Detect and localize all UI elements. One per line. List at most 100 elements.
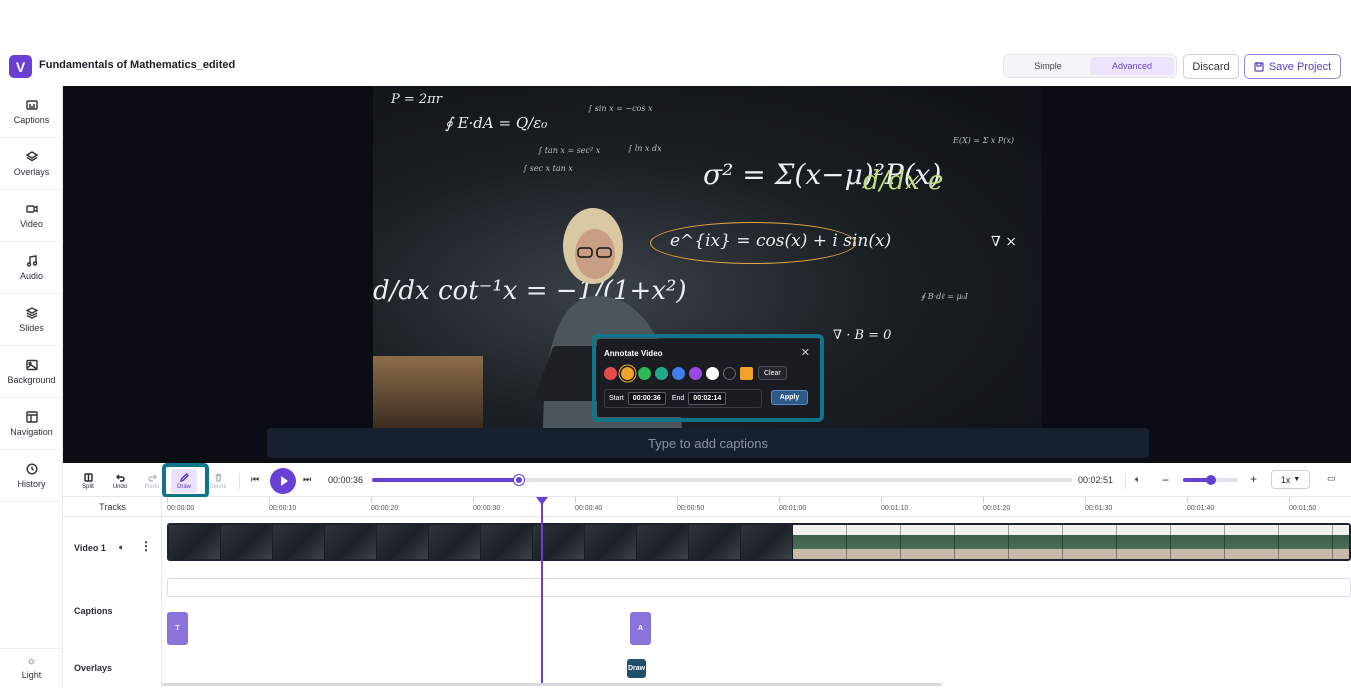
zoom-out-icon[interactable]: − <box>1162 473 1169 487</box>
board-equation: ∇ × <box>991 234 1017 250</box>
sidebar-item-overlays[interactable]: Overlays <box>0 138 63 190</box>
clip-thumbnail <box>689 525 741 559</box>
color-swatch-purple[interactable] <box>689 366 702 380</box>
seek-bar-fill <box>372 478 519 482</box>
seek-bar[interactable] <box>372 475 1072 485</box>
chevron-down-icon: ▼ <box>1293 476 1301 483</box>
caption-input[interactable]: Type to add captions <box>267 428 1149 458</box>
toolbar-divider <box>1125 473 1126 489</box>
sidebar-item-label: Video <box>20 218 43 229</box>
clip-thumbnail <box>325 525 377 559</box>
ruler-tick: 00:01:30 <box>1085 497 1113 512</box>
annotate-video-popup: Annotate Video ✕ Clear Start 00:00:36 En… <box>597 339 819 417</box>
ruler-tick: 00:00:00 <box>167 497 195 512</box>
sidebar-item-history[interactable]: History <box>0 450 63 502</box>
theme-toggle[interactable]: ☼ Light <box>0 648 63 688</box>
split-icon <box>83 472 93 482</box>
sidebar-item-video[interactable]: Video <box>0 190 63 242</box>
clip-thumbnail <box>955 525 1009 559</box>
sidebar-item-label: Captions <box>13 114 50 125</box>
color-swatch-blue[interactable] <box>672 366 685 380</box>
clip-thumbnail <box>1009 525 1063 559</box>
end-time-input[interactable]: 00:02:14 <box>688 392 727 405</box>
track-volume-icon[interactable]: 🔈︎ <box>119 542 124 553</box>
color-swatch-green[interactable] <box>638 366 651 380</box>
split-button[interactable]: Split <box>75 469 101 493</box>
color-swatch-red[interactable] <box>604 366 617 380</box>
sidebar-item-slides[interactable]: Slides <box>0 294 63 346</box>
track-menu-icon[interactable]: ⋮ <box>140 539 152 553</box>
discard-button[interactable]: Discard <box>1183 54 1239 79</box>
video-clip[interactable] <box>167 523 1351 561</box>
redo-label: Redo <box>144 483 160 490</box>
clip-thumbnail <box>847 525 901 559</box>
project-title: Fundamentals of Mathematics_edited <box>39 59 236 71</box>
tracks-header: Tracks <box>63 497 162 517</box>
audio-track-row[interactable] <box>167 578 1351 597</box>
seek-bar-handle[interactable] <box>514 475 524 485</box>
custom-color-picker[interactable] <box>740 366 753 380</box>
undo-icon <box>115 473 125 482</box>
mode-advanced[interactable]: Advanced <box>1090 57 1174 75</box>
zoom-in-icon[interactable]: + <box>1250 472 1257 486</box>
sidebar-item-label: Audio <box>19 270 44 281</box>
total-time: 00:02:51 <box>1078 475 1114 485</box>
book-stack <box>373 356 483 428</box>
top-bar: V Fundamentals of Mathematics_edited Sim… <box>0 0 1351 86</box>
toolbar-divider <box>239 473 240 489</box>
caption-clip[interactable]: A <box>630 612 651 645</box>
clip-thumbnail <box>1333 525 1349 559</box>
horizontal-scrollbar[interactable] <box>162 683 942 686</box>
ruler-tick: 00:01:50 <box>1289 497 1317 512</box>
clear-button[interactable]: Clear <box>758 366 787 380</box>
music-note-icon <box>26 254 37 267</box>
annotate-popup-title: Annotate Video <box>604 349 663 358</box>
app-logo[interactable]: V <box>9 55 32 78</box>
save-project-button[interactable]: Save Project <box>1244 54 1341 79</box>
volume-icon[interactable]: 🔈︎ <box>1135 474 1140 485</box>
draw-button-highlight <box>162 463 209 498</box>
zoom-slider-handle[interactable] <box>1205 475 1216 485</box>
undo-button[interactable]: Undo <box>107 469 133 493</box>
skip-back-icon[interactable]: ⏮ <box>251 474 259 485</box>
sidebar-item-background[interactable]: Background <box>0 346 63 398</box>
ruler-tick: 00:00:50 <box>677 497 705 512</box>
trash-icon <box>215 473 221 482</box>
color-swatch-orange[interactable] <box>621 366 634 380</box>
play-button[interactable] <box>270 468 296 494</box>
close-icon[interactable]: ✕ <box>801 346 810 359</box>
overlay-clip[interactable]: Draw <box>627 659 646 678</box>
ruler-tick: 00:00:20 <box>371 497 399 512</box>
mode-simple[interactable]: Simple <box>1006 57 1090 75</box>
playhead[interactable] <box>536 497 548 683</box>
captions-icon <box>25 99 38 110</box>
board-equation: ∫ sin x = −cos x <box>588 104 653 113</box>
sidebar-item-navigation[interactable]: Navigation <box>0 398 63 450</box>
start-time-input[interactable]: 00:00:36 <box>627 392 666 405</box>
zoom-slider[interactable] <box>1183 475 1238 485</box>
image-icon <box>25 359 38 370</box>
apply-button[interactable]: Apply <box>771 390 808 405</box>
color-swatch-black[interactable] <box>723 366 736 380</box>
color-swatch-white[interactable] <box>706 366 719 380</box>
time-ruler[interactable]: 00:00:00 00:00:10 00:00:20 00:00:30 00:0… <box>162 497 1351 517</box>
timeline-toolbar: Split Undo Redo Draw Delete ⏮ ⏭ 00:00:36… <box>63 463 1351 497</box>
redo-icon <box>147 473 157 482</box>
board-equation: E(X) = Σ x P(x) <box>953 136 1014 145</box>
board-equation: ∮ E·dA = Q/ε₀ <box>445 114 548 132</box>
sidebar-item-audio[interactable]: Audio <box>0 242 63 294</box>
slides-stack-icon <box>25 306 38 319</box>
end-label: End <box>671 395 685 402</box>
skip-forward-icon[interactable]: ⏭ <box>303 474 311 485</box>
layout-icon <box>25 410 38 423</box>
board-equation: ∇ · B = 0 <box>833 328 892 343</box>
caption-clip[interactable]: T <box>167 612 188 645</box>
captions-toggle-icon[interactable]: ▭ <box>1327 473 1336 484</box>
sidebar-item-captions[interactable]: Captions <box>0 86 63 138</box>
clip-thumbnail <box>273 525 325 559</box>
playback-speed-select[interactable]: 1x ▼ <box>1271 470 1310 489</box>
ruler-tick: 00:01:10 <box>881 497 909 512</box>
board-equation: ∫ ln x dx <box>628 144 662 153</box>
theme-label: Light <box>21 670 42 680</box>
color-swatch-teal[interactable] <box>655 366 668 380</box>
